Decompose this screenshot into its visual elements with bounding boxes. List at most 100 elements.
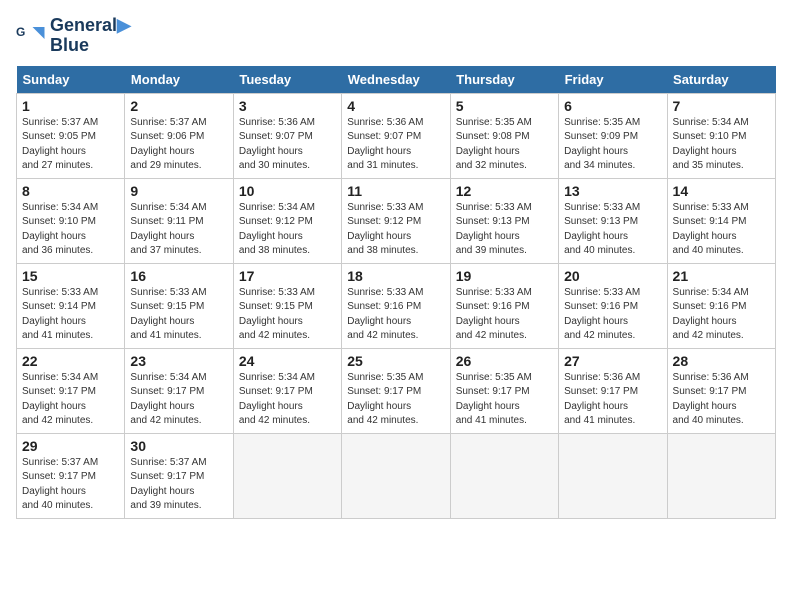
day-number: 13 bbox=[564, 183, 661, 199]
day-info: Sunrise: 5:34 AM Sunset: 9:17 PM Dayligh… bbox=[130, 371, 227, 429]
day-info: Sunrise: 5:37 AM Sunset: 9:06 PM Dayligh… bbox=[130, 116, 227, 174]
day-number: 1 bbox=[22, 98, 119, 114]
calendar-cell bbox=[559, 433, 667, 518]
calendar-cell: 10 Sunrise: 5:34 AM Sunset: 9:12 PM Dayl… bbox=[233, 178, 341, 263]
day-number: 20 bbox=[564, 268, 661, 284]
day-info: Sunrise: 5:33 AM Sunset: 9:16 PM Dayligh… bbox=[347, 286, 444, 344]
day-number: 17 bbox=[239, 268, 336, 284]
day-info: Sunrise: 5:36 AM Sunset: 9:07 PM Dayligh… bbox=[347, 116, 444, 174]
calendar-week-row: 8 Sunrise: 5:34 AM Sunset: 9:10 PM Dayli… bbox=[17, 178, 776, 263]
day-number: 26 bbox=[456, 353, 553, 369]
day-number: 11 bbox=[347, 183, 444, 199]
day-number: 25 bbox=[347, 353, 444, 369]
day-number: 3 bbox=[239, 98, 336, 114]
day-info: Sunrise: 5:33 AM Sunset: 9:15 PM Dayligh… bbox=[239, 286, 336, 344]
day-header-saturday: Saturday bbox=[667, 66, 775, 94]
calendar-body: 1 Sunrise: 5:37 AM Sunset: 9:05 PM Dayli… bbox=[17, 93, 776, 518]
day-info: Sunrise: 5:33 AM Sunset: 9:16 PM Dayligh… bbox=[564, 286, 661, 344]
logo-text: General▶ Blue bbox=[50, 16, 131, 56]
calendar-cell: 6 Sunrise: 5:35 AM Sunset: 9:09 PM Dayli… bbox=[559, 93, 667, 178]
calendar-cell: 8 Sunrise: 5:34 AM Sunset: 9:10 PM Dayli… bbox=[17, 178, 125, 263]
calendar-cell: 1 Sunrise: 5:37 AM Sunset: 9:05 PM Dayli… bbox=[17, 93, 125, 178]
day-number: 29 bbox=[22, 438, 119, 454]
day-number: 21 bbox=[673, 268, 770, 284]
calendar-cell: 3 Sunrise: 5:36 AM Sunset: 9:07 PM Dayli… bbox=[233, 93, 341, 178]
day-number: 27 bbox=[564, 353, 661, 369]
day-info: Sunrise: 5:34 AM Sunset: 9:17 PM Dayligh… bbox=[22, 371, 119, 429]
calendar-cell: 11 Sunrise: 5:33 AM Sunset: 9:12 PM Dayl… bbox=[342, 178, 450, 263]
day-info: Sunrise: 5:33 AM Sunset: 9:14 PM Dayligh… bbox=[673, 201, 770, 259]
day-info: Sunrise: 5:35 AM Sunset: 9:08 PM Dayligh… bbox=[456, 116, 553, 174]
svg-text:G: G bbox=[16, 25, 25, 39]
day-header-thursday: Thursday bbox=[450, 66, 558, 94]
day-number: 5 bbox=[456, 98, 553, 114]
header: G General▶ Blue bbox=[16, 16, 776, 56]
calendar-cell: 18 Sunrise: 5:33 AM Sunset: 9:16 PM Dayl… bbox=[342, 263, 450, 348]
day-info: Sunrise: 5:35 AM Sunset: 9:17 PM Dayligh… bbox=[456, 371, 553, 429]
calendar-cell bbox=[450, 433, 558, 518]
calendar-cell: 30 Sunrise: 5:37 AM Sunset: 9:17 PM Dayl… bbox=[125, 433, 233, 518]
day-info: Sunrise: 5:35 AM Sunset: 9:17 PM Dayligh… bbox=[347, 371, 444, 429]
calendar-cell: 27 Sunrise: 5:36 AM Sunset: 9:17 PM Dayl… bbox=[559, 348, 667, 433]
day-header-tuesday: Tuesday bbox=[233, 66, 341, 94]
day-info: Sunrise: 5:33 AM Sunset: 9:12 PM Dayligh… bbox=[347, 201, 444, 259]
day-number: 23 bbox=[130, 353, 227, 369]
day-number: 7 bbox=[673, 98, 770, 114]
calendar-cell: 25 Sunrise: 5:35 AM Sunset: 9:17 PM Dayl… bbox=[342, 348, 450, 433]
calendar-cell: 21 Sunrise: 5:34 AM Sunset: 9:16 PM Dayl… bbox=[667, 263, 775, 348]
calendar-cell: 22 Sunrise: 5:34 AM Sunset: 9:17 PM Dayl… bbox=[17, 348, 125, 433]
calendar-cell: 16 Sunrise: 5:33 AM Sunset: 9:15 PM Dayl… bbox=[125, 263, 233, 348]
calendar-cell: 13 Sunrise: 5:33 AM Sunset: 9:13 PM Dayl… bbox=[559, 178, 667, 263]
calendar-cell: 9 Sunrise: 5:34 AM Sunset: 9:11 PM Dayli… bbox=[125, 178, 233, 263]
day-info: Sunrise: 5:34 AM Sunset: 9:11 PM Dayligh… bbox=[130, 201, 227, 259]
calendar-cell: 4 Sunrise: 5:36 AM Sunset: 9:07 PM Dayli… bbox=[342, 93, 450, 178]
day-number: 22 bbox=[22, 353, 119, 369]
day-info: Sunrise: 5:33 AM Sunset: 9:15 PM Dayligh… bbox=[130, 286, 227, 344]
logo-icon: G bbox=[16, 21, 46, 51]
day-number: 9 bbox=[130, 183, 227, 199]
calendar-cell: 24 Sunrise: 5:34 AM Sunset: 9:17 PM Dayl… bbox=[233, 348, 341, 433]
day-info: Sunrise: 5:34 AM Sunset: 9:10 PM Dayligh… bbox=[22, 201, 119, 259]
day-info: Sunrise: 5:36 AM Sunset: 9:17 PM Dayligh… bbox=[673, 371, 770, 429]
calendar-week-row: 22 Sunrise: 5:34 AM Sunset: 9:17 PM Dayl… bbox=[17, 348, 776, 433]
calendar-cell bbox=[667, 433, 775, 518]
calendar-cell: 5 Sunrise: 5:35 AM Sunset: 9:08 PM Dayli… bbox=[450, 93, 558, 178]
day-info: Sunrise: 5:34 AM Sunset: 9:16 PM Dayligh… bbox=[673, 286, 770, 344]
calendar-week-row: 15 Sunrise: 5:33 AM Sunset: 9:14 PM Dayl… bbox=[17, 263, 776, 348]
day-info: Sunrise: 5:36 AM Sunset: 9:07 PM Dayligh… bbox=[239, 116, 336, 174]
day-number: 10 bbox=[239, 183, 336, 199]
day-number: 14 bbox=[673, 183, 770, 199]
calendar-cell: 29 Sunrise: 5:37 AM Sunset: 9:17 PM Dayl… bbox=[17, 433, 125, 518]
day-header-monday: Monday bbox=[125, 66, 233, 94]
day-number: 8 bbox=[22, 183, 119, 199]
day-info: Sunrise: 5:34 AM Sunset: 9:10 PM Dayligh… bbox=[673, 116, 770, 174]
day-info: Sunrise: 5:33 AM Sunset: 9:13 PM Dayligh… bbox=[456, 201, 553, 259]
day-info: Sunrise: 5:37 AM Sunset: 9:05 PM Dayligh… bbox=[22, 116, 119, 174]
day-number: 12 bbox=[456, 183, 553, 199]
calendar-table: SundayMondayTuesdayWednesdayThursdayFrid… bbox=[16, 66, 776, 519]
calendar-header-row: SundayMondayTuesdayWednesdayThursdayFrid… bbox=[17, 66, 776, 94]
calendar-cell bbox=[233, 433, 341, 518]
calendar-cell: 15 Sunrise: 5:33 AM Sunset: 9:14 PM Dayl… bbox=[17, 263, 125, 348]
calendar-cell bbox=[342, 433, 450, 518]
day-number: 19 bbox=[456, 268, 553, 284]
logo: G General▶ Blue bbox=[16, 16, 131, 56]
calendar-cell: 14 Sunrise: 5:33 AM Sunset: 9:14 PM Dayl… bbox=[667, 178, 775, 263]
day-header-friday: Friday bbox=[559, 66, 667, 94]
day-number: 2 bbox=[130, 98, 227, 114]
day-number: 30 bbox=[130, 438, 227, 454]
day-info: Sunrise: 5:34 AM Sunset: 9:12 PM Dayligh… bbox=[239, 201, 336, 259]
day-info: Sunrise: 5:33 AM Sunset: 9:13 PM Dayligh… bbox=[564, 201, 661, 259]
day-number: 6 bbox=[564, 98, 661, 114]
day-number: 16 bbox=[130, 268, 227, 284]
day-number: 28 bbox=[673, 353, 770, 369]
day-info: Sunrise: 5:35 AM Sunset: 9:09 PM Dayligh… bbox=[564, 116, 661, 174]
calendar-cell: 23 Sunrise: 5:34 AM Sunset: 9:17 PM Dayl… bbox=[125, 348, 233, 433]
calendar-cell: 26 Sunrise: 5:35 AM Sunset: 9:17 PM Dayl… bbox=[450, 348, 558, 433]
calendar-cell: 7 Sunrise: 5:34 AM Sunset: 9:10 PM Dayli… bbox=[667, 93, 775, 178]
day-info: Sunrise: 5:34 AM Sunset: 9:17 PM Dayligh… bbox=[239, 371, 336, 429]
day-info: Sunrise: 5:33 AM Sunset: 9:14 PM Dayligh… bbox=[22, 286, 119, 344]
day-header-wednesday: Wednesday bbox=[342, 66, 450, 94]
calendar-week-row: 29 Sunrise: 5:37 AM Sunset: 9:17 PM Dayl… bbox=[17, 433, 776, 518]
day-header-sunday: Sunday bbox=[17, 66, 125, 94]
